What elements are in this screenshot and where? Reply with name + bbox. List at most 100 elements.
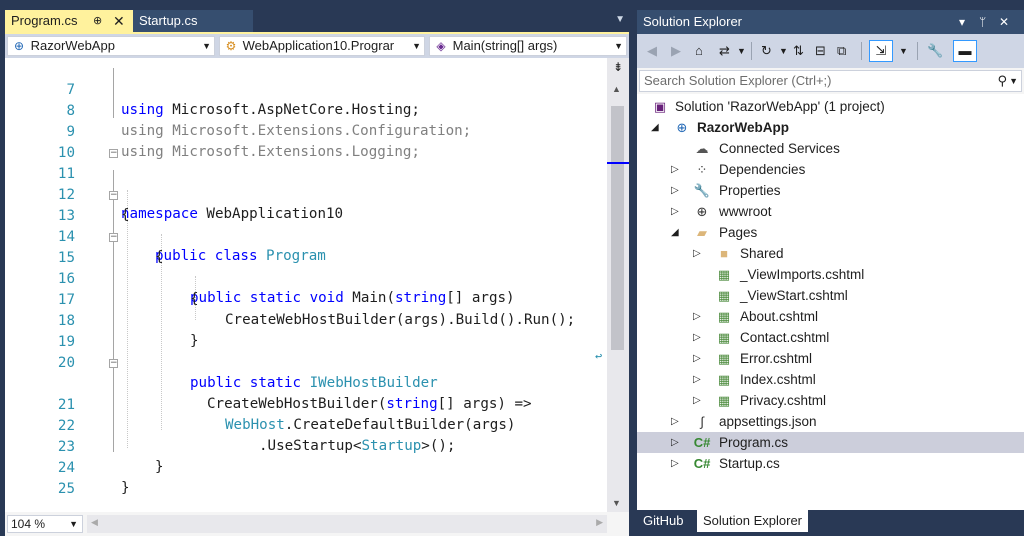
- code-text-area[interactable]: 7 using Microsoft.AspNetCore.Hosting; 8 …: [5, 58, 605, 512]
- search-solution-explorer-input[interactable]: Search Solution Explorer (Ctrl+;) ⚲ ▼: [639, 70, 1022, 92]
- tree-item-privacy[interactable]: ▷ ▦ Privacy.cshtml: [637, 390, 1024, 411]
- scroll-right-icon[interactable]: ▶: [596, 517, 603, 528]
- solution-icon: ▣: [653, 99, 667, 114]
- tab-solution-explorer[interactable]: Solution Explorer: [697, 510, 808, 532]
- member-dropdown[interactable]: ◈ Main(string[] args) ▼: [429, 36, 627, 56]
- scroll-down-icon[interactable]: ▼: [612, 498, 621, 508]
- tab-program-cs[interactable]: Program.cs ⊕ ✕: [5, 10, 133, 32]
- collapsed-arrow-icon[interactable]: ▷: [671, 201, 679, 222]
- tree-item-properties[interactable]: ▷ 🔧 Properties: [637, 180, 1024, 201]
- collapse-icon[interactable]: −: [109, 191, 118, 200]
- tree-item-label: Pages: [719, 225, 758, 240]
- code-line: 13 − public class Program: [5, 186, 605, 265]
- tab-startup-cs[interactable]: Startup.cs: [133, 10, 253, 32]
- collapsed-arrow-icon[interactable]: ▷: [671, 432, 679, 453]
- tree-item-program-cs[interactable]: ▷ C# Program.cs: [637, 432, 1024, 453]
- chevron-down-icon[interactable]: ▼: [779, 43, 788, 59]
- solution-explorer-toolbar: ◀ ▶ ⌂ ⇄ ▼ ↻ ▼ ⇅ ⊟ ⧉ ⇲ ▼ 🔧 ▬: [637, 34, 1024, 68]
- tree-item-about[interactable]: ▷ ▦ About.cshtml: [637, 306, 1024, 327]
- tree-item-shared[interactable]: ▷ ■ Shared: [637, 243, 1024, 264]
- code-line: 25: [5, 459, 605, 497]
- tree-item-viewstart[interactable]: ▦ _ViewStart.cshtml: [637, 285, 1024, 306]
- split-window-icon[interactable]: ⇟: [609, 60, 627, 74]
- tree-item-index[interactable]: ▷ ▦ Index.cshtml: [637, 369, 1024, 390]
- scroll-left-icon[interactable]: ◀: [91, 517, 98, 528]
- expanded-arrow-icon[interactable]: ◢: [671, 222, 679, 243]
- tree-item-solution[interactable]: ▣ Solution 'RazorWebApp' (1 project): [637, 96, 1024, 117]
- wrench-icon[interactable]: 🔧: [927, 43, 943, 59]
- collapsed-arrow-icon[interactable]: ▷: [671, 411, 679, 432]
- window-position-icon[interactable]: ▾: [959, 10, 965, 34]
- home-icon[interactable]: ⌂: [695, 43, 703, 59]
- search-icon[interactable]: ⚲: [997, 71, 1007, 91]
- collapsed-arrow-icon[interactable]: ▷: [693, 306, 701, 327]
- tree-item-error[interactable]: ▷ ▦ Error.cshtml: [637, 348, 1024, 369]
- tree-item-contact[interactable]: ▷ ▦ Contact.cshtml: [637, 327, 1024, 348]
- sync-with-document-icon[interactable]: ⇅: [793, 43, 804, 59]
- chevron-down-icon[interactable]: ▼: [899, 43, 908, 59]
- preview-selected-items-icon[interactable]: ▬: [953, 40, 977, 62]
- collapsed-arrow-icon[interactable]: ▷: [671, 453, 679, 474]
- tab-label: Program.cs: [11, 13, 78, 28]
- zoom-dropdown[interactable]: 104 % ▼: [7, 515, 83, 533]
- pending-changes-filter-icon[interactable]: ↻: [761, 43, 772, 59]
- code-line: 20 public static IWebHostBuilder: [5, 333, 605, 391]
- connected-services-icon: ☁: [695, 141, 709, 156]
- tree-item-project[interactable]: ◢ ⊕ RazorWebApp: [637, 117, 1024, 138]
- tree-item-pages[interactable]: ◢ ▰ Pages: [637, 222, 1024, 243]
- chevron-down-icon[interactable]: ▼: [737, 43, 746, 59]
- auto-hide-pin-icon[interactable]: ᛘ: [979, 10, 986, 34]
- back-icon[interactable]: ◀: [647, 43, 657, 59]
- collapsed-arrow-icon[interactable]: ▷: [693, 348, 701, 369]
- collapsed-arrow-icon[interactable]: ▷: [671, 159, 679, 180]
- tree-item-dependencies[interactable]: ▷ ⁘ Dependencies: [637, 159, 1024, 180]
- code-editor-panel: Program.cs ⊕ ✕ Startup.cs ▼ ⊕ RazorWebAp…: [5, 10, 629, 536]
- class-icon: ⚙: [225, 39, 237, 53]
- type-dropdown[interactable]: ⚙ WebApplication10.Prograr ▼: [219, 36, 425, 56]
- panel-title: Solution Explorer: [643, 14, 742, 29]
- copy-icon[interactable]: ⧉: [837, 43, 846, 59]
- collapsed-arrow-icon[interactable]: ▷: [671, 180, 679, 201]
- tree-item-startup-cs[interactable]: ▷ C# Startup.cs: [637, 453, 1024, 474]
- toolbar-separator: [917, 42, 918, 60]
- chevron-down-icon: ▼: [202, 41, 211, 51]
- tab-overflow-dropdown-icon[interactable]: ▼: [615, 14, 625, 25]
- pin-icon[interactable]: ⊕: [93, 10, 102, 32]
- tree-item-viewimports[interactable]: ▦ _ViewImports.cshtml: [637, 264, 1024, 285]
- switch-views-icon[interactable]: ⇄: [719, 43, 730, 59]
- tree-item-connected-services[interactable]: ☁ Connected Services: [637, 138, 1024, 159]
- close-icon[interactable]: ✕: [113, 10, 125, 32]
- document-tab-strip: Program.cs ⊕ ✕ Startup.cs ▼: [5, 10, 629, 32]
- code-line: 10: [5, 123, 605, 161]
- close-icon[interactable]: ✕: [999, 10, 1009, 34]
- razor-page-icon: ▦: [717, 330, 731, 345]
- tree-item-appsettings[interactable]: ▷ ∫ appsettings.json: [637, 411, 1024, 432]
- collapsed-arrow-icon[interactable]: ▷: [693, 390, 701, 411]
- collapsed-arrow-icon[interactable]: ▷: [693, 327, 701, 348]
- code-line: 17 CreateWebHostBuilder(args).Build().Ru…: [5, 270, 605, 328]
- forward-icon[interactable]: ▶: [671, 43, 681, 59]
- collapse-all-icon[interactable]: ⊟: [815, 43, 826, 59]
- project-dropdown[interactable]: ⊕ RazorWebApp ▼: [7, 36, 215, 56]
- show-all-files-icon[interactable]: ⇲: [869, 40, 893, 62]
- horizontal-scrollbar[interactable]: ◀ ▶: [87, 515, 607, 533]
- json-icon: ∫: [700, 414, 704, 429]
- web-project-icon: ⊕: [13, 39, 25, 53]
- code-line: 12 {: [5, 165, 605, 223]
- expanded-arrow-icon[interactable]: ◢: [651, 117, 659, 138]
- vertical-scrollbar[interactable]: ⇟ ▲ ▼: [607, 58, 629, 512]
- collapse-icon[interactable]: −: [109, 359, 118, 368]
- scrollbar-thumb[interactable]: [611, 106, 624, 350]
- toolbar-separator: [861, 42, 862, 60]
- collapsed-arrow-icon[interactable]: ▷: [693, 369, 701, 390]
- tree-item-wwwroot[interactable]: ▷ ⊕ wwwroot: [637, 201, 1024, 222]
- tab-github[interactable]: GitHub: [637, 510, 689, 532]
- collapsed-arrow-icon[interactable]: ▷: [693, 243, 701, 264]
- navigation-bar: ⊕ RazorWebApp ▼ ⚙ WebApplication10.Progr…: [5, 34, 629, 58]
- razor-page-icon: ▦: [717, 372, 731, 387]
- scroll-up-icon[interactable]: ▲: [612, 84, 621, 94]
- chevron-down-icon[interactable]: ▼: [1009, 71, 1018, 91]
- tree-item-label: Properties: [719, 183, 781, 198]
- collapse-icon[interactable]: −: [109, 233, 118, 242]
- collapse-icon[interactable]: −: [109, 149, 118, 158]
